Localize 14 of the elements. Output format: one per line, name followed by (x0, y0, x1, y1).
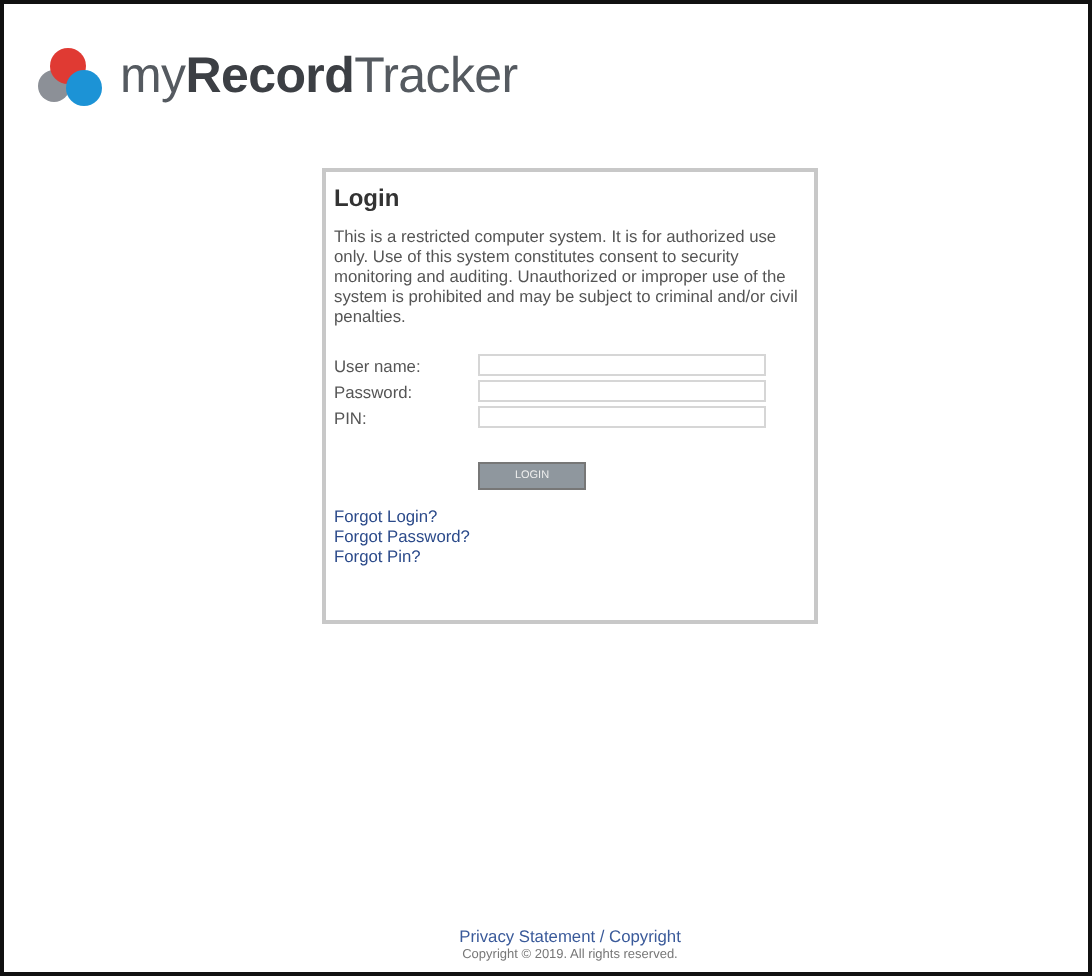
input-field[interactable] (478, 380, 766, 402)
field-label: PIN: (334, 407, 369, 427)
input-field[interactable] (478, 354, 766, 376)
notice-text: This is a restricted computer system. It is for authorized use only. Use of this system constitutes consent to security monitoring and auditing. Unauthorized or improper use of the system is prohibited and may be subject to criminal and/or civil penalties. (334, 226, 800, 326)
forgot-link[interactable]: Forgot Pin? (334, 546, 421, 566)
forgot-link[interactable]: Forgot Password? (334, 526, 470, 546)
input-field[interactable] (478, 406, 766, 428)
forgot-link[interactable]: Forgot Login? (334, 506, 438, 526)
field-label: Password: (334, 381, 415, 401)
field-label: User name: (334, 355, 423, 375)
privacy-link[interactable]: Privacy Statement / Copyright (459, 926, 681, 946)
logo-text: myRecordTracker (120, 47, 518, 105)
logo-icon (36, 44, 108, 108)
login-title: Login (334, 184, 402, 212)
